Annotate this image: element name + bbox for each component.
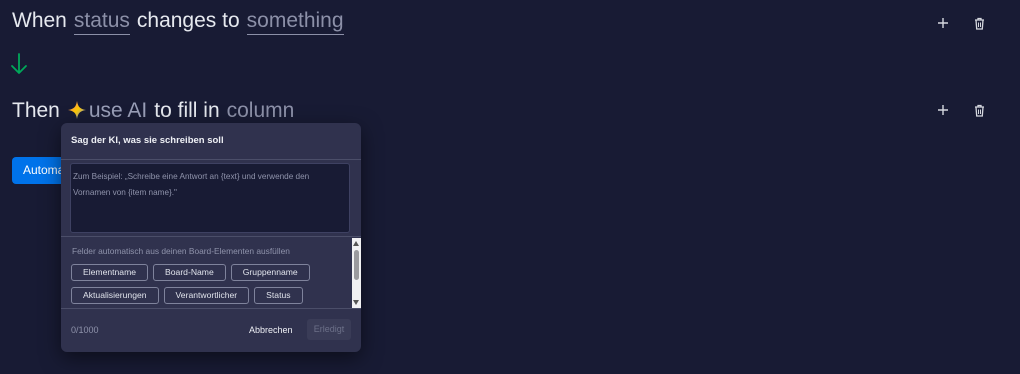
scroll-down-icon[interactable]: [353, 300, 359, 305]
field-chips: Elementname Board-Name Gruppenname Aktua…: [71, 264, 351, 310]
trash-icon[interactable]: [970, 14, 988, 32]
popup-divider: [61, 159, 361, 160]
field-chip[interactable]: Aktualisierungen: [71, 287, 159, 304]
trigger-column-slot[interactable]: status: [73, 9, 130, 35]
scroll-up-icon[interactable]: [353, 241, 359, 246]
fields-scrollbar[interactable]: [352, 238, 361, 308]
popup-title: Sag der KI, was sie schreiben soll: [71, 135, 224, 146]
trigger-actions: [934, 14, 988, 32]
plus-icon[interactable]: [934, 14, 952, 32]
when-word: When: [12, 9, 67, 32]
trigger-value-slot[interactable]: something: [246, 9, 344, 35]
arrow-down-icon: [11, 53, 27, 74]
done-button[interactable]: Erledigt: [307, 319, 351, 340]
trigger-middle-text: changes to: [136, 9, 240, 32]
character-counter: 0/1000: [71, 325, 99, 335]
ai-action-label: use AI: [88, 99, 148, 122]
action-middle-text: to fill in: [154, 99, 220, 122]
footer-divider: [61, 308, 361, 309]
ai-prompt-popup: Sag der KI, was sie schreiben soll Zum B…: [61, 123, 361, 352]
field-chip[interactable]: Status: [254, 287, 303, 304]
field-chip[interactable]: Elementname: [71, 264, 149, 281]
trash-icon[interactable]: [970, 101, 988, 119]
action-actions: [934, 101, 988, 119]
board-fields-panel: Felder automatisch aus deinen Board-Elem…: [61, 236, 361, 308]
sparkle-icon: [67, 101, 86, 119]
trigger-sentence: When status changes to something: [12, 9, 351, 35]
chip-row: Aktualisierungen Verantwortlicher Status: [71, 287, 351, 304]
field-chip[interactable]: Verantwortlicher: [163, 287, 250, 304]
then-word: Then: [12, 99, 60, 122]
fields-label: Felder automatisch aus deinen Board-Elem…: [72, 246, 290, 256]
ai-action-slot[interactable]: use AI: [66, 97, 148, 125]
scroll-thumb[interactable]: [354, 250, 359, 280]
automation-builder: When status changes to something Then us…: [0, 0, 1020, 374]
chip-row: Elementname Board-Name Gruppenname: [71, 264, 351, 281]
prompt-textarea[interactable]: Zum Beispiel: „Schreibe eine Antwort an …: [70, 163, 350, 233]
field-chip[interactable]: Board-Name: [153, 264, 226, 281]
plus-icon[interactable]: [934, 101, 952, 119]
field-chip[interactable]: Gruppenname: [230, 264, 310, 281]
cancel-button[interactable]: Abbrechen: [249, 325, 293, 335]
target-column-slot[interactable]: column: [226, 99, 295, 125]
action-sentence: Then use AI to fill in column: [12, 97, 301, 125]
